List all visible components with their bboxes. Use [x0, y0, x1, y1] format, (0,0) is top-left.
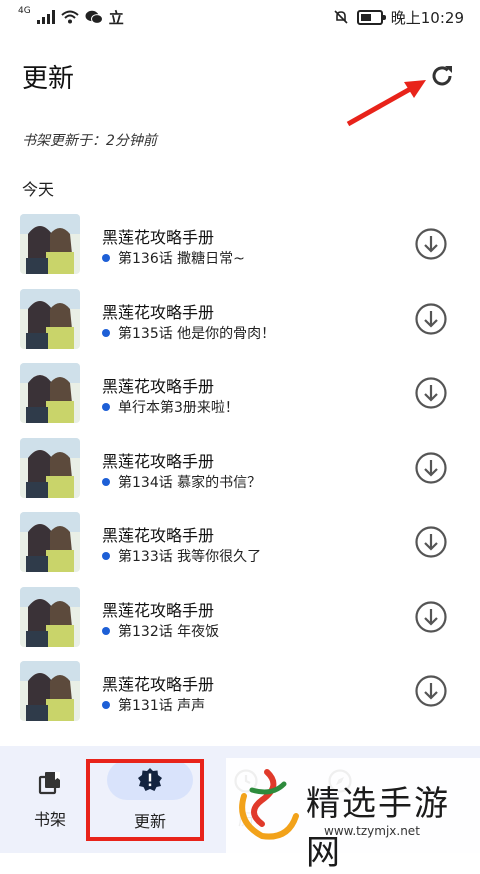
comic-title: 黑莲花攻略手册	[102, 600, 215, 620]
comic-title: 黑莲花攻略手册	[102, 451, 215, 471]
chapter-line: 第132话 年夜饭	[102, 621, 219, 641]
nav-bookshelf[interactable]: 书架	[0, 746, 100, 853]
mute-bell-icon	[334, 10, 348, 24]
download-icon	[415, 302, 447, 335]
new-dot	[102, 328, 110, 337]
download-icon	[415, 451, 447, 484]
chapter-line: 第135话 他是你的骨肉！	[102, 323, 275, 343]
new-dot	[102, 701, 110, 709]
list-item[interactable]: 黑莲花攻略手册 第136话 撒糖日常~	[0, 208, 480, 283]
comic-title: 黑莲花攻略手册	[102, 526, 215, 545]
download-button[interactable]	[414, 376, 448, 410]
list-item[interactable]: 黑莲花攻略手册 第131话 声声	[0, 655, 480, 730]
comic-cover	[20, 437, 80, 498]
chapter-title: 第136话 撒糖日常~	[118, 251, 245, 267]
download-button[interactable]	[414, 302, 448, 336]
page-title: 更新	[22, 64, 75, 94]
download-icon	[415, 600, 447, 633]
section-header-today: 今天	[22, 180, 55, 199]
new-dot	[102, 403, 110, 411]
comic-cover	[20, 288, 80, 349]
comic-title: 黑莲花攻略手册	[102, 675, 215, 694]
chapter-title: 第131话 声声	[118, 698, 206, 714]
battery-icon	[356, 9, 386, 25]
update-list: 黑莲花攻略手册 第136话 撒糖日常~ 黑莲花攻略手册 第135话 他是你的骨肉…	[0, 208, 480, 730]
list-item[interactable]: 黑莲花攻略手册 第132话 年夜饭	[0, 581, 480, 656]
download-button[interactable]	[414, 674, 448, 708]
download-icon	[415, 675, 447, 707]
watermark-url: www.tzymjx.net	[324, 824, 420, 838]
new-dot	[102, 552, 110, 560]
comic-title: 黑莲花攻略手册	[102, 228, 215, 247]
shelf-updated-text: 书架更新于：2分钟前	[22, 133, 157, 149]
wifi-icon	[61, 10, 79, 24]
new-dot	[102, 626, 110, 635]
list-item[interactable]: 黑莲花攻略手册 单行本第3册来啦！	[0, 357, 480, 432]
watermark-logo	[239, 769, 299, 840]
clock: 晚上10:29	[390, 8, 464, 27]
chapter-title: 单行本第3册来啦！	[118, 400, 239, 416]
download-button[interactable]	[414, 451, 448, 485]
chapter-title: 第134话 慕家的书信？	[118, 474, 262, 491]
comic-title: 黑莲花攻略手册	[102, 377, 215, 396]
comic-title: 黑莲花攻略手册	[102, 302, 215, 322]
annotation-highlight-box	[86, 759, 204, 841]
chapter-title: 第133话 我等你很久了	[118, 549, 262, 565]
list-item[interactable]: 黑莲花攻略手册 第133话 我等你很久了	[0, 506, 480, 581]
comic-cover	[20, 363, 80, 423]
wechat-icon	[85, 10, 103, 24]
list-item[interactable]: 黑莲花攻略手册 第135话 他是你的骨肉！	[0, 283, 480, 358]
chapter-line: 单行本第3册来啦！	[102, 397, 239, 417]
chapter-line: 第131话 声声	[102, 695, 205, 715]
status-bar: 4G 立 晚上10:29	[0, 0, 480, 34]
comic-cover	[20, 512, 80, 572]
chapter-title: 第132话 年夜饭	[118, 623, 220, 640]
new-dot	[102, 477, 110, 486]
bookshelf-icon	[38, 772, 60, 795]
signal-icon	[36, 10, 55, 24]
download-button[interactable]	[414, 525, 448, 559]
chapter-line: 第136话 撒糖日常~	[102, 248, 245, 268]
chapter-title: 第135话 他是你的骨肉！	[118, 325, 276, 342]
status-app-glyph: 立	[108, 8, 124, 27]
download-button[interactable]	[414, 227, 448, 261]
list-item[interactable]: 黑莲花攻略手册 第134话 慕家的书信？	[0, 432, 480, 507]
annotation-arrow	[346, 80, 426, 127]
nav-bookshelf-label: 书架	[33, 810, 66, 829]
download-icon	[415, 377, 447, 409]
download-icon	[415, 526, 447, 558]
new-dot	[102, 254, 110, 262]
download-button[interactable]	[414, 600, 448, 634]
watermark: 精选手游网 www.tzymjx.net	[226, 758, 480, 873]
chapter-line: 第133话 我等你很久了	[102, 546, 261, 566]
refresh-icon	[432, 66, 452, 86]
download-icon	[415, 228, 447, 260]
comic-cover	[20, 661, 80, 721]
chapter-line: 第134话 慕家的书信？	[102, 472, 261, 492]
network-type: 4G	[18, 6, 31, 16]
comic-cover	[20, 586, 80, 647]
comic-cover	[20, 214, 80, 274]
